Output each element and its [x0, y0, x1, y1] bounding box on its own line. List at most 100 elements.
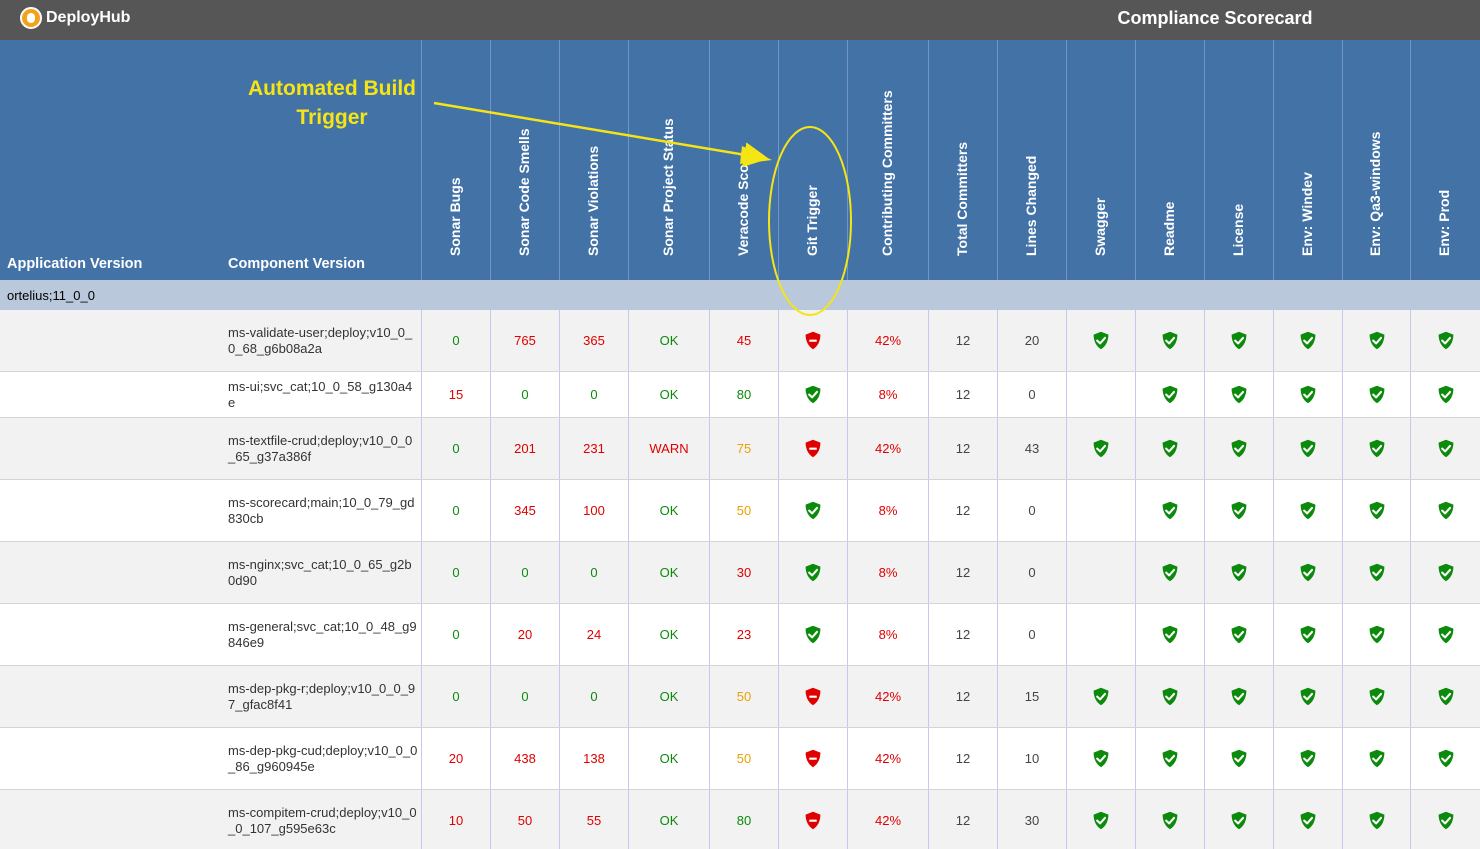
shield-check-icon[interactable]: [1299, 811, 1317, 830]
header-column-code-smells[interactable]: Sonar Code Smells: [490, 40, 559, 280]
shield-alert-icon[interactable]: [804, 687, 822, 706]
shield-check-icon[interactable]: [1161, 749, 1179, 768]
table-row[interactable]: ms-compitem-crud;deploy;v10_0_0_107_g595…: [0, 790, 1480, 849]
component-version-text[interactable]: ms-textfile-crud;deploy;v10_0_0_65_g37a3…: [228, 433, 418, 465]
cell-project-status: OK: [628, 666, 709, 727]
header-column-swagger[interactable]: Swagger: [1066, 40, 1135, 280]
header-column-total[interactable]: Total Committers: [928, 40, 997, 280]
shield-check-icon[interactable]: [804, 501, 822, 520]
shield-check-icon[interactable]: [1161, 385, 1179, 404]
shield-check-icon[interactable]: [1161, 563, 1179, 582]
header-column-contributing[interactable]: Contributing Committers: [847, 40, 928, 280]
header-column-readme[interactable]: Readme: [1135, 40, 1204, 280]
cell-value: 45: [736, 333, 752, 348]
component-version-text[interactable]: ms-general;svc_cat;10_0_48_g9846e9: [228, 619, 418, 651]
header-column-qa3[interactable]: Env: Qa3-windows: [1342, 40, 1410, 280]
shield-check-icon[interactable]: [1161, 687, 1179, 706]
shield-check-icon[interactable]: [1299, 501, 1317, 520]
shield-check-icon[interactable]: [804, 563, 822, 582]
shield-check-icon[interactable]: [1161, 625, 1179, 644]
shield-check-icon[interactable]: [1437, 563, 1455, 582]
shield-check-icon[interactable]: [1437, 687, 1455, 706]
shield-check-icon[interactable]: [1299, 385, 1317, 404]
header-application-version[interactable]: Application Version: [7, 256, 142, 272]
component-version-text[interactable]: ms-ui;svc_cat;10_0_58_g130a4e: [228, 379, 418, 411]
table-row[interactable]: ms-textfile-crud;deploy;v10_0_0_65_g37a3…: [0, 418, 1480, 480]
shield-check-icon[interactable]: [1437, 331, 1455, 350]
shield-check-icon[interactable]: [804, 625, 822, 644]
component-version-text[interactable]: ms-dep-pkg-cud;deploy;v10_0_0_86_g960945…: [228, 743, 418, 775]
shield-check-icon[interactable]: [1230, 385, 1248, 404]
shield-alert-icon[interactable]: [804, 439, 822, 458]
shield-check-icon[interactable]: [1299, 749, 1317, 768]
application-group-row[interactable]: ortelius;11_0_0: [0, 280, 1480, 310]
shield-check-icon[interactable]: [1230, 625, 1248, 644]
shield-alert-icon[interactable]: [804, 749, 822, 768]
shield-check-icon[interactable]: [1299, 331, 1317, 350]
shield-check-icon[interactable]: [1230, 501, 1248, 520]
shield-check-icon[interactable]: [1230, 563, 1248, 582]
shield-check-icon[interactable]: [1437, 385, 1455, 404]
shield-check-icon[interactable]: [1230, 687, 1248, 706]
shield-check-icon[interactable]: [804, 385, 822, 404]
shield-check-icon[interactable]: [1299, 625, 1317, 644]
shield-check-icon[interactable]: [1437, 625, 1455, 644]
shield-check-icon[interactable]: [1368, 749, 1386, 768]
shield-check-icon[interactable]: [1368, 439, 1386, 458]
table-row[interactable]: ms-dep-pkg-cud;deploy;v10_0_0_86_g960945…: [0, 728, 1480, 790]
shield-check-icon[interactable]: [1230, 811, 1248, 830]
shield-check-icon[interactable]: [1092, 439, 1110, 458]
table-row[interactable]: ms-nginx;svc_cat;10_0_65_g2b0d90 0 0 0 OK 30 8…: [0, 542, 1480, 604]
table-row[interactable]: ms-validate-user;deploy;v10_0_0_68_g6b08…: [0, 310, 1480, 372]
shield-check-icon[interactable]: [1230, 749, 1248, 768]
shield-check-icon[interactable]: [1368, 331, 1386, 350]
table-row[interactable]: ms-general;svc_cat;10_0_48_g9846e9 0 20 24 O…: [0, 604, 1480, 666]
shield-check-icon[interactable]: [1368, 563, 1386, 582]
header-column-lines[interactable]: Lines Changed: [997, 40, 1066, 280]
shield-check-icon[interactable]: [1368, 501, 1386, 520]
cell-value: 8%: [878, 565, 898, 580]
shield-check-icon[interactable]: [1161, 331, 1179, 350]
header-column-windev[interactable]: Env: Windev: [1273, 40, 1342, 280]
header-column-git-trigger[interactable]: Git Trigger: [778, 40, 847, 280]
component-version-text[interactable]: ms-nginx;svc_cat;10_0_65_g2b0d90: [228, 557, 418, 589]
component-version-text[interactable]: ms-compitem-crud;deploy;v10_0_0_107_g595…: [228, 805, 418, 837]
shield-check-icon[interactable]: [1092, 331, 1110, 350]
shield-check-icon[interactable]: [1092, 687, 1110, 706]
header-component-version[interactable]: Component Version: [228, 256, 365, 272]
shield-check-icon[interactable]: [1161, 811, 1179, 830]
shield-check-icon[interactable]: [1299, 563, 1317, 582]
component-version-text[interactable]: ms-scorecard;main;10_0_79_gd830cb: [228, 495, 418, 527]
shield-check-icon[interactable]: [1299, 687, 1317, 706]
shield-check-icon[interactable]: [1368, 625, 1386, 644]
deployhub-logo-icon[interactable]: [20, 7, 42, 29]
shield-check-icon[interactable]: [1368, 385, 1386, 404]
header-column-license[interactable]: License: [1204, 40, 1273, 280]
shield-alert-icon[interactable]: [804, 811, 822, 830]
shield-check-icon[interactable]: [1368, 811, 1386, 830]
shield-check-icon[interactable]: [1437, 439, 1455, 458]
shield-check-icon[interactable]: [1092, 749, 1110, 768]
header-column-prod[interactable]: Env: Prod: [1410, 40, 1480, 280]
shield-check-icon[interactable]: [1230, 331, 1248, 350]
table-row[interactable]: ms-scorecard;main;10_0_79_gd830cb 0 345 100…: [0, 480, 1480, 542]
header-column-project-status[interactable]: Sonar Project Status: [628, 40, 709, 280]
shield-check-icon[interactable]: [1299, 439, 1317, 458]
table-row[interactable]: ms-dep-pkg-r;deploy;v10_0_0_97_gfac8f41 0…: [0, 666, 1480, 728]
header-column-veracode[interactable]: Veracode Score: [709, 40, 778, 280]
shield-alert-icon[interactable]: [804, 331, 822, 350]
component-version-text[interactable]: ms-validate-user;deploy;v10_0_0_68_g6b08…: [228, 325, 418, 357]
shield-check-icon[interactable]: [1437, 749, 1455, 768]
shield-check-icon[interactable]: [1437, 811, 1455, 830]
table-row[interactable]: ms-ui;svc_cat;10_0_58_g130a4e 15 0 0 OK 80 8% 1…: [0, 372, 1480, 418]
component-version-text[interactable]: ms-dep-pkg-r;deploy;v10_0_0_97_gfac8f41: [228, 681, 418, 713]
shield-check-icon[interactable]: [1230, 439, 1248, 458]
shield-check-icon[interactable]: [1161, 501, 1179, 520]
shield-check-icon[interactable]: [1161, 439, 1179, 458]
shield-check-icon[interactable]: [1368, 687, 1386, 706]
brand-name[interactable]: DeployHub: [46, 9, 130, 27]
header-column-violations[interactable]: Sonar Violations: [559, 40, 628, 280]
shield-check-icon[interactable]: [1092, 811, 1110, 830]
cell-total: 12: [928, 604, 997, 665]
shield-check-icon[interactable]: [1437, 501, 1455, 520]
